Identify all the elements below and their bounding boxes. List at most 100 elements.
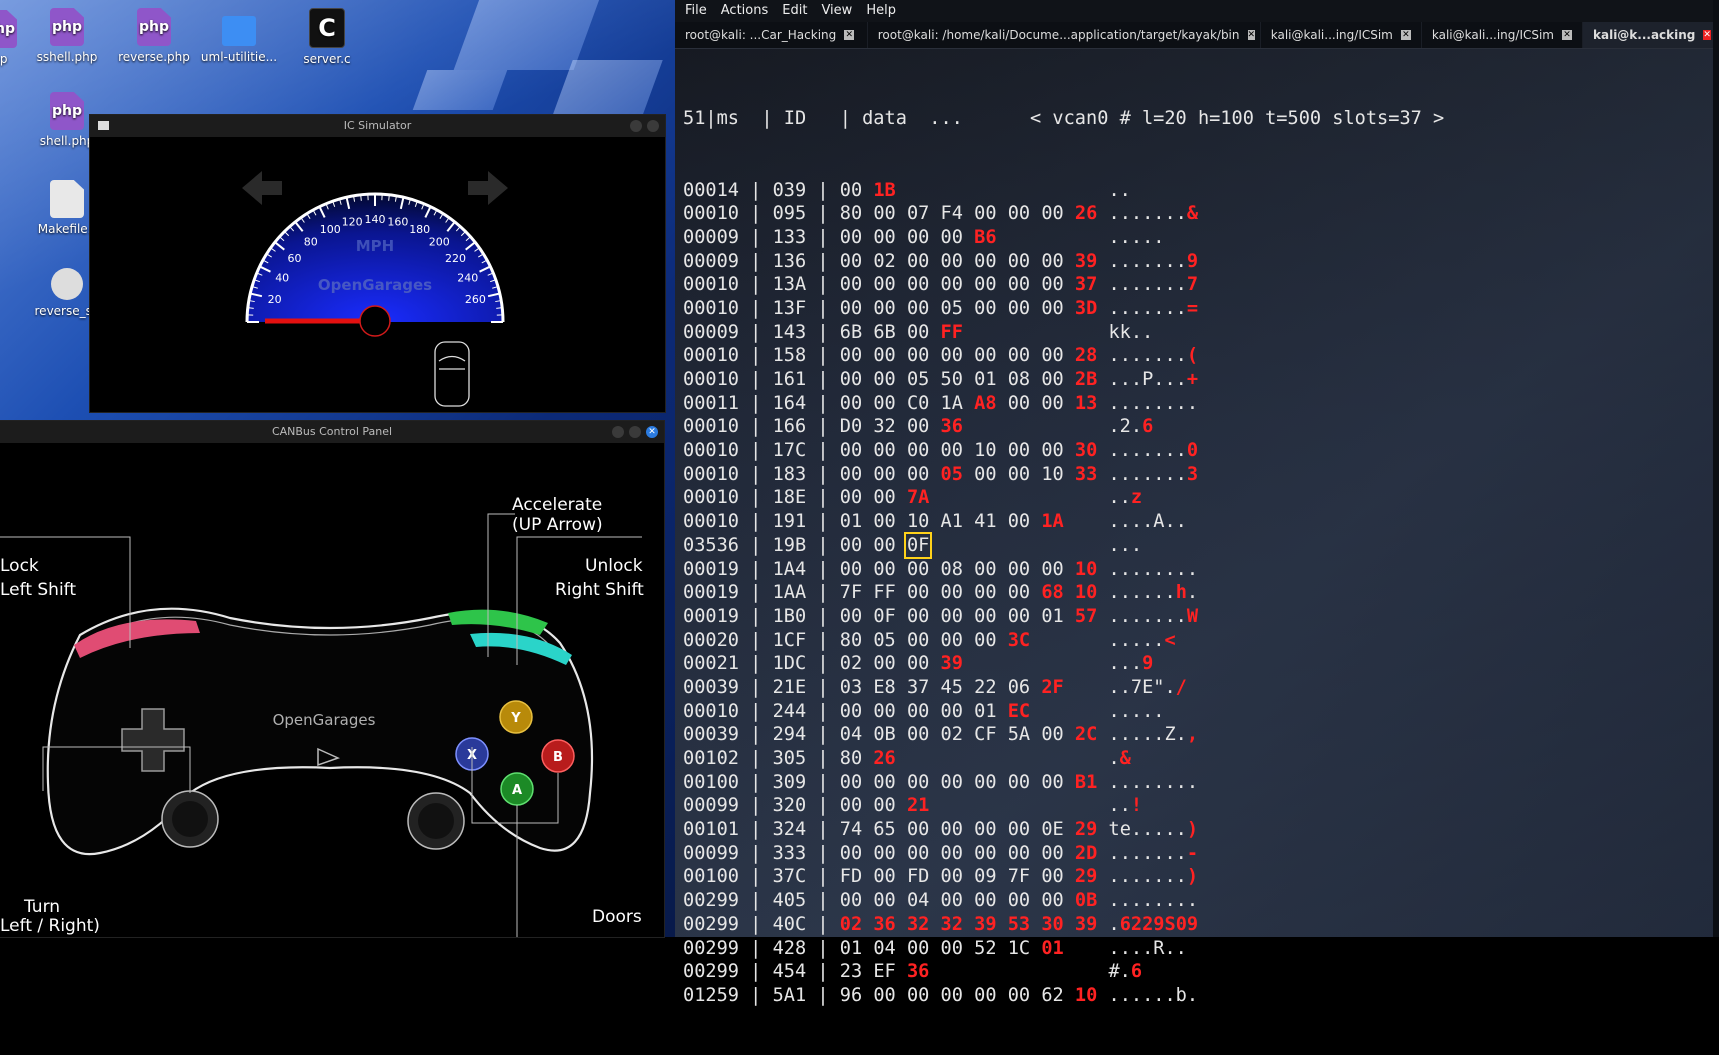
row-ms: 00021 — [683, 653, 739, 674]
data-byte: 06 — [1008, 677, 1030, 698]
row-id: 13F — [773, 298, 807, 319]
speed-tick-label: 80 — [304, 235, 318, 248]
desktop-icon[interactable]: C server.c — [282, 8, 372, 66]
controller-canvas[interactable]: Y X B A OpenGarages Accelerate (UP Arrow… — [0, 443, 664, 937]
data-byte: 10 — [1075, 582, 1097, 603]
ascii-chunk: .2. — [1108, 416, 1142, 437]
cansniffer-rows: 00014 | 039 | 00 1B ..00010 | 095 | 80 0… — [683, 179, 1444, 1008]
ascii-chunk: ....... — [1109, 251, 1187, 272]
ascii-chunk: 6 — [1131, 961, 1142, 982]
canbus-titlebar[interactable]: CANBus Control Panel ✕ — [0, 421, 664, 443]
cansniffer-row: 00039 | 21E | 03 E8 37 45 22 06 2F ..7E"… — [683, 676, 1444, 700]
data-byte: 57 — [1075, 606, 1097, 627]
right-turn-signal-icon — [468, 171, 508, 205]
data-byte: 02 — [840, 914, 862, 935]
desktop-icon[interactable]: uml-utilitie... — [194, 8, 284, 64]
row-id: 19B — [773, 535, 807, 556]
data-byte: 00 — [907, 559, 929, 580]
data-byte: 45 — [941, 677, 963, 698]
ascii-chunk: , — [1187, 724, 1198, 745]
window-edge — [1713, 0, 1719, 937]
data-byte: 00 — [840, 890, 862, 911]
php-file-icon: php — [137, 8, 171, 46]
data-byte: 00 — [1008, 251, 1030, 272]
speed-tick-label: 120 — [342, 216, 363, 229]
php-file-icon: php — [0, 10, 17, 48]
ascii-chunk: ....... — [1109, 843, 1187, 864]
menu-file[interactable]: File — [685, 0, 707, 22]
car-top-view-icon — [435, 342, 469, 406]
terminal-tab[interactable]: root@kali: /home/kali/Docume...applicati… — [868, 22, 1261, 48]
terminal-window[interactable]: File Actions Edit View Help root@kali: .… — [675, 0, 1719, 937]
ascii-chunk: ...... — [1109, 582, 1176, 603]
terminal-tab[interactable]: kali@kali...ing/ICSim ✕ — [1261, 22, 1422, 48]
desktop-icon[interactable]: php sshell.php — [22, 8, 112, 64]
ascii-chunk: .. — [1108, 487, 1130, 508]
data-byte: 00 — [1041, 772, 1063, 793]
terminal-tab[interactable]: root@kali: ...Car_Hacking ✕ — [675, 22, 868, 48]
cansniffer-row: 00010 | 095 | 80 00 07 F4 00 00 00 26 ..… — [683, 202, 1444, 226]
data-byte: 00 — [974, 345, 996, 366]
php-file-icon: php — [50, 8, 84, 46]
terminal-tab[interactable]: kali@kali...ing/ICSim ✕ — [1422, 22, 1583, 48]
data-byte: CF — [974, 724, 996, 745]
row-id: 095 — [773, 203, 807, 224]
cansniffer-row: 00299 | 40C | 02 36 32 32 39 53 30 39 .6… — [683, 913, 1444, 937]
data-byte: 00 — [974, 985, 996, 1006]
data-byte: 00 — [974, 464, 996, 485]
data-byte: C0 — [907, 393, 929, 414]
data-byte: 6B — [840, 322, 862, 343]
menu-view[interactable]: View — [821, 0, 852, 22]
cansniffer-row: 00019 | 1AA | 7F FF 00 00 00 00 68 10 ..… — [683, 581, 1444, 605]
close-button[interactable]: ✕ — [646, 426, 658, 438]
row-ms: 00299 — [683, 938, 739, 959]
ascii-chunk: < — [1164, 630, 1175, 651]
minimize-button[interactable] — [612, 426, 624, 438]
data-byte: 7F — [840, 582, 862, 603]
desktop-icon-label: ap — [0, 52, 7, 66]
desktop-icon[interactable]: php reverse.php — [109, 8, 199, 64]
ascii-chunk: 0 — [1187, 440, 1198, 461]
cansniffer-row: 00100 | 309 | 00 00 00 00 00 00 00 B1 ..… — [683, 771, 1444, 795]
turn-key-label: Left / Right) — [0, 916, 100, 936]
cansniffer-row: 00010 | 18E | 00 00 7A ..z — [683, 486, 1444, 510]
cansniffer-row: 00010 | 161 | 00 00 05 50 01 08 00 2B ..… — [683, 368, 1444, 392]
canbus-control-panel-window[interactable]: CANBus Control Panel ✕ — [0, 421, 664, 937]
data-byte: 7A — [907, 487, 929, 508]
ascii-chunk: ! — [1131, 795, 1142, 816]
cansniffer-row: 00010 | 191 | 01 00 10 A1 41 00 1A ....A… — [683, 510, 1444, 534]
terminal-tab-active[interactable]: kali@k...acking ✕ — [1583, 22, 1719, 48]
data-byte: 00 — [941, 630, 963, 651]
data-byte: 00 — [974, 274, 996, 295]
menu-actions[interactable]: Actions — [721, 0, 769, 22]
tab-close-icon[interactable]: ✕ — [844, 30, 854, 40]
tab-close-icon[interactable]: ✕ — [1248, 30, 1256, 40]
data-byte: 00 — [1008, 559, 1030, 580]
data-byte: 00 — [941, 274, 963, 295]
data-byte: 00 — [1041, 203, 1063, 224]
tab-close-icon[interactable]: ✕ — [1703, 30, 1711, 40]
data-byte: 33 — [1075, 464, 1097, 485]
data-byte: 26 — [873, 748, 895, 769]
ic-simulator-window[interactable]: IC Simulator 204060801001201401601802002… — [90, 115, 665, 412]
maximize-button[interactable] — [629, 426, 641, 438]
c-file-icon: C — [309, 8, 345, 48]
ic-simulator-titlebar[interactable]: IC Simulator — [90, 115, 665, 137]
data-byte: 08 — [941, 559, 963, 580]
cansniffer-output: 51|ms | ID | data ... < vcan0 # l=20 h=1… — [683, 60, 1444, 1055]
tab-close-icon[interactable]: ✕ — [1401, 30, 1411, 40]
maximize-button[interactable] — [647, 120, 659, 132]
menu-edit[interactable]: Edit — [782, 0, 807, 22]
minimize-button[interactable] — [630, 120, 642, 132]
tab-close-icon[interactable]: ✕ — [1562, 30, 1572, 40]
data-byte: A8 — [974, 393, 996, 414]
data-byte: 04 — [907, 890, 929, 911]
menu-help[interactable]: Help — [866, 0, 896, 22]
data-byte: FF — [873, 582, 895, 603]
data-byte: 00 — [840, 369, 862, 390]
row-id: 324 — [773, 819, 807, 840]
data-byte: 5A — [1008, 724, 1030, 745]
data-byte: 00 — [1041, 298, 1063, 319]
data-byte: 00 — [873, 535, 895, 556]
data-byte: 30 — [1041, 914, 1063, 935]
